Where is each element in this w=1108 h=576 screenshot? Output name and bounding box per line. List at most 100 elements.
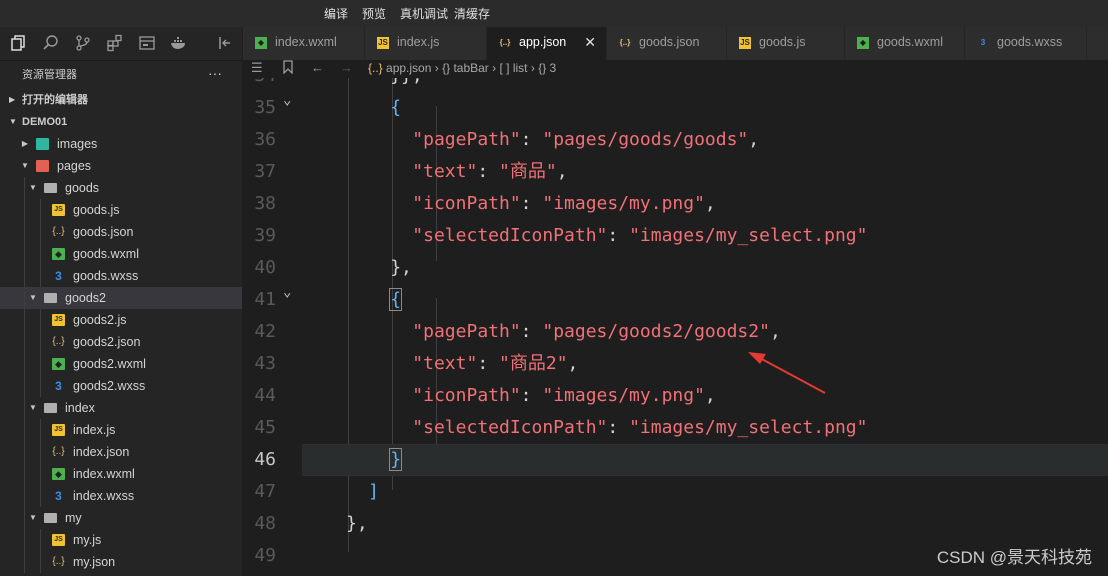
breadcrumb-item-file[interactable]: app.json	[386, 61, 431, 75]
chevron-right-icon: ›	[434, 61, 443, 75]
open-editors-section[interactable]: ▶ 打开的编辑器	[0, 89, 242, 111]
code-editor[interactable]: 34}}, 35 ⌄ {36 "pagePath": "pages/goods/good…	[243, 78, 1108, 576]
explorer-sidebar: 资源管理器 ··· ▶ 打开的编辑器 ▼ DEMO01 ▶ images ▼ page…	[0, 61, 242, 576]
list-icon[interactable]: ☰	[251, 60, 263, 76]
menu-preview[interactable]: 预览	[362, 5, 386, 22]
breadcrumb-item-tabbar[interactable]: {} tabBar	[442, 61, 489, 75]
activity-bar	[0, 27, 242, 61]
chevron-down-icon[interactable]: ▼	[20, 155, 30, 177]
json-file-icon: {..}	[499, 38, 511, 47]
tree-file[interactable]: 3 goods2.wxss	[0, 375, 242, 397]
tree-folder[interactable]: ▼ index	[0, 397, 242, 419]
folder-icon	[44, 513, 57, 523]
line-number: 39	[254, 225, 276, 246]
close-icon[interactable]: ✕	[584, 27, 596, 58]
tree-file[interactable]: 3 index.wxss	[0, 485, 242, 507]
tree-item-label: index.wxss	[73, 489, 135, 503]
tree-indent-guide	[24, 397, 25, 419]
files-icon[interactable]	[10, 34, 28, 52]
tree-file[interactable]: {..} goods2.json	[0, 331, 242, 353]
line-number: 36	[254, 129, 276, 150]
split-icon[interactable]	[216, 34, 234, 52]
code-text: "selectedIconPath": "images/my_select.pn…	[412, 412, 867, 444]
chevron-down-icon[interactable]: ▼	[28, 287, 38, 309]
tree-item-label: index	[65, 401, 95, 415]
breadcrumb-item-list[interactable]: [ ] list	[500, 61, 528, 75]
tree-item-label: goods2.wxss	[73, 379, 146, 393]
tree-folder[interactable]: ▼ pages	[0, 155, 242, 177]
code-text: {	[390, 92, 401, 124]
tab-goods-js[interactable]: JS goods.js	[727, 27, 845, 60]
tab-app-json[interactable]: {..} app.json ✕	[487, 27, 607, 60]
tree-file[interactable]: JS my.js	[0, 529, 242, 551]
breadcrumb-item-index[interactable]: {} 3	[538, 61, 556, 75]
colon: :	[607, 225, 630, 246]
images-folder-icon	[36, 138, 49, 150]
json-string-value: "images/my_select.png"	[629, 225, 868, 246]
code-text: {	[389, 284, 403, 316]
json-file-icon: {..}	[52, 336, 65, 347]
tab-index-js[interactable]: JS index.js	[365, 27, 487, 60]
line-number: 37	[254, 161, 276, 182]
debug-icon[interactable]	[138, 34, 156, 52]
tree-indent-guide	[40, 375, 41, 397]
tree-indent-guide	[40, 551, 41, 573]
code-text: "iconPath": "images/my.png",	[412, 380, 715, 412]
tab-index-wxml[interactable]: ◆ index.wxml	[243, 27, 365, 60]
docker-icon[interactable]	[170, 34, 188, 52]
tree-file[interactable]: ◆ goods.wxml	[0, 243, 242, 265]
menu-remote-debug[interactable]: 真机调试	[400, 5, 448, 22]
code-text: "text": "商品2",	[412, 348, 578, 380]
tree-file[interactable]: JS goods.js	[0, 199, 242, 221]
wxss-file-icon: 3	[55, 379, 62, 393]
folder-icon	[44, 183, 57, 193]
tree-indent-guide	[24, 177, 25, 199]
tree-file[interactable]: {..} index.json	[0, 441, 242, 463]
extensions-icon[interactable]	[106, 34, 124, 52]
tree-file[interactable]: 3 goods.wxss	[0, 265, 242, 287]
tree-file[interactable]: {..} my.json	[0, 551, 242, 573]
search-icon[interactable]	[42, 34, 60, 52]
js-file-icon: JS	[377, 37, 389, 49]
line-number: 47	[254, 481, 276, 502]
tab-label: index.wxml	[275, 35, 337, 49]
tree-file[interactable]: JS goods2.js	[0, 309, 242, 331]
tree-indent-guide	[24, 441, 25, 463]
project-section[interactable]: ▼ DEMO01	[0, 111, 242, 133]
chevron-down-icon[interactable]: ▼	[28, 177, 38, 199]
js-file-icon: JS	[52, 534, 65, 546]
more-actions-icon[interactable]: ···	[208, 59, 222, 87]
menu-clear-cache[interactable]: 清缓存	[454, 5, 490, 22]
colon: :	[477, 161, 500, 182]
tab-goods-wxml[interactable]: ◆ goods.wxml	[845, 27, 965, 60]
tree-folder[interactable]: ▶ images	[0, 133, 242, 155]
chevron-right-icon[interactable]: ▶	[20, 133, 30, 155]
json-key: "pagePath"	[412, 321, 521, 342]
tree-file[interactable]: ◆ goods2.wxml	[0, 353, 242, 375]
tree-folder[interactable]: ▼ goods2	[0, 287, 242, 309]
tree-file[interactable]: ◆ index.wxml	[0, 463, 242, 485]
tree-folder[interactable]: ▼ goods	[0, 177, 242, 199]
tree-file[interactable]: {..} goods.json	[0, 221, 242, 243]
bookmark-icon[interactable]	[282, 60, 294, 78]
code-punctuation: {	[389, 288, 403, 311]
line-number: 42	[254, 321, 276, 342]
tree-item-label: goods2.json	[73, 335, 141, 349]
chevron-down-icon[interactable]: ▼	[28, 507, 38, 529]
tab-goods-json[interactable]: {..} goods.json	[607, 27, 727, 60]
tree-file[interactable]: JS index.js	[0, 419, 242, 441]
js-file-icon: JS	[52, 314, 65, 326]
tree-indent-guide	[24, 199, 25, 221]
back-arrow-icon[interactable]: ←	[311, 60, 324, 76]
tab-goods-wxss[interactable]: 3 goods.wxss	[965, 27, 1087, 60]
menu-compile[interactable]: 编译	[324, 5, 348, 22]
tree-folder[interactable]: ▼ my	[0, 507, 242, 529]
tree-indent-guide	[40, 485, 41, 507]
forward-arrow-icon[interactable]: →	[340, 60, 353, 76]
fold-chevron-icon[interactable]: ⌄	[283, 92, 291, 108]
chevron-down-icon[interactable]: ▼	[28, 397, 38, 419]
fold-chevron-icon[interactable]: ⌄	[283, 284, 291, 300]
code-line: 43 "text": "商品2",	[243, 348, 1108, 380]
source-control-icon[interactable]	[74, 34, 92, 52]
comma: ,	[567, 353, 579, 374]
